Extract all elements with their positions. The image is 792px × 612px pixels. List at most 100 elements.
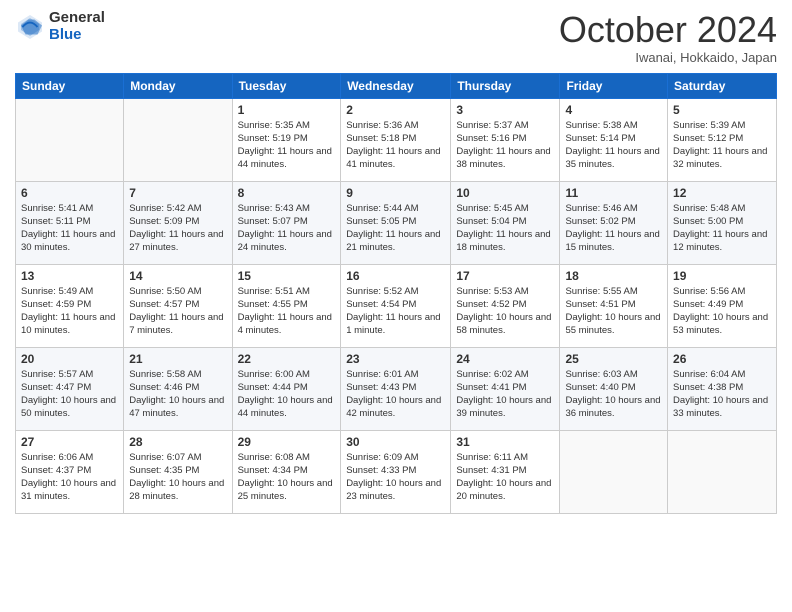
logo-text: General Blue (49, 10, 105, 43)
calendar-cell: 13 Sunrise: 5:49 AMSunset: 4:59 PMDayligh… (16, 264, 124, 347)
day-number: 12 (673, 186, 771, 200)
day-info: Sunrise: 5:51 AMSunset: 4:55 PMDaylight:… (238, 285, 336, 338)
day-info: Sunrise: 5:58 AMSunset: 4:46 PMDaylight:… (129, 368, 226, 421)
day-number: 20 (21, 352, 118, 366)
day-number: 29 (238, 435, 336, 449)
calendar-cell (124, 98, 232, 181)
day-number: 22 (238, 352, 336, 366)
day-number: 25 (565, 352, 662, 366)
day-info: Sunrise: 5:53 AMSunset: 4:52 PMDaylight:… (456, 285, 554, 338)
day-info: Sunrise: 6:11 AMSunset: 4:31 PMDaylight:… (456, 451, 554, 504)
calendar-cell: 7 Sunrise: 5:42 AMSunset: 5:09 PMDaylight… (124, 181, 232, 264)
calendar-cell: 27 Sunrise: 6:06 AMSunset: 4:37 PMDayligh… (16, 430, 124, 513)
day-info: Sunrise: 5:49 AMSunset: 4:59 PMDaylight:… (21, 285, 118, 338)
calendar-cell: 28Sunrise: 6:07 AMSunset: 4:35 PMDayligh… (124, 430, 232, 513)
calendar-cell: 5Sunrise: 5:39 AMSunset: 5:12 PMDaylight… (668, 98, 777, 181)
location: Iwanai, Hokkaido, Japan (559, 50, 777, 65)
day-info: Sunrise: 5:45 AMSunset: 5:04 PMDaylight:… (456, 202, 554, 255)
day-number: 5 (673, 103, 771, 117)
day-number: 24 (456, 352, 554, 366)
day-number: 27 (21, 435, 118, 449)
calendar-cell: 29 Sunrise: 6:08 AMSunset: 4:34 PMDayligh… (232, 430, 341, 513)
weekday-header-thursday: Thursday (451, 73, 560, 98)
day-number: 19 (673, 269, 771, 283)
day-info: Sunrise: 5:37 AMSunset: 5:16 PMDaylight:… (456, 119, 554, 172)
calendar-cell: 10 Sunrise: 5:45 AMSunset: 5:04 PMDayligh… (451, 181, 560, 264)
calendar-cell: 22 Sunrise: 6:00 AMSunset: 4:44 PMDayligh… (232, 347, 341, 430)
title-area: October 2024 Iwanai, Hokkaido, Japan (559, 10, 777, 65)
day-number: 13 (21, 269, 118, 283)
logo-general: General (49, 10, 105, 27)
day-info: Sunrise: 6:06 AMSunset: 4:37 PMDaylight:… (21, 451, 118, 504)
day-number: 7 (129, 186, 226, 200)
day-number: 28 (129, 435, 226, 449)
weekday-header-row: SundayMondayTuesdayWednesdayThursdayFrid… (16, 73, 777, 98)
logo: General Blue (15, 10, 105, 43)
logo-icon (15, 12, 45, 42)
calendar-cell: 14 Sunrise: 5:50 AMSunset: 4:57 PMDayligh… (124, 264, 232, 347)
calendar-cell: 8 Sunrise: 5:43 AMSunset: 5:07 PMDaylight… (232, 181, 341, 264)
calendar-cell (560, 430, 668, 513)
day-info: Sunrise: 6:00 AMSunset: 4:44 PMDaylight:… (238, 368, 336, 421)
calendar-cell: 26 Sunrise: 6:04 AMSunset: 4:38 PMDayligh… (668, 347, 777, 430)
day-number: 17 (456, 269, 554, 283)
weekday-header-monday: Monday (124, 73, 232, 98)
day-info: Sunrise: 5:42 AMSunset: 5:09 PMDaylight:… (129, 202, 226, 255)
day-number: 31 (456, 435, 554, 449)
day-info: Sunrise: 6:01 AMSunset: 4:43 PMDaylight:… (346, 368, 445, 421)
weekday-header-wednesday: Wednesday (341, 73, 451, 98)
calendar-cell: 11 Sunrise: 5:46 AMSunset: 5:02 PMDayligh… (560, 181, 668, 264)
day-number: 2 (346, 103, 445, 117)
page-header: General Blue October 2024 Iwanai, Hokkai… (15, 10, 777, 65)
day-number: 30 (346, 435, 445, 449)
day-number: 11 (565, 186, 662, 200)
day-info: Sunrise: 6:03 AMSunset: 4:40 PMDaylight:… (565, 368, 662, 421)
day-number: 14 (129, 269, 226, 283)
day-info: Sunrise: 5:52 AMSunset: 4:54 PMDaylight:… (346, 285, 445, 338)
day-info: Sunrise: 5:43 AMSunset: 5:07 PMDaylight:… (238, 202, 336, 255)
day-number: 8 (238, 186, 336, 200)
calendar-week-row: 13 Sunrise: 5:49 AMSunset: 4:59 PMDayligh… (16, 264, 777, 347)
day-number: 3 (456, 103, 554, 117)
calendar-week-row: 6 Sunrise: 5:41 AMSunset: 5:11 PMDaylight… (16, 181, 777, 264)
day-number: 9 (346, 186, 445, 200)
calendar-cell: 23 Sunrise: 6:01 AMSunset: 4:43 PMDayligh… (341, 347, 451, 430)
calendar-cell: 30Sunrise: 6:09 AMSunset: 4:33 PMDayligh… (341, 430, 451, 513)
calendar-cell: 20Sunrise: 5:57 AMSunset: 4:47 PMDayligh… (16, 347, 124, 430)
calendar-week-row: 27 Sunrise: 6:06 AMSunset: 4:37 PMDayligh… (16, 430, 777, 513)
weekday-header-saturday: Saturday (668, 73, 777, 98)
calendar-week-row: 20Sunrise: 5:57 AMSunset: 4:47 PMDayligh… (16, 347, 777, 430)
calendar-cell: 9 Sunrise: 5:44 AMSunset: 5:05 PMDaylight… (341, 181, 451, 264)
day-number: 23 (346, 352, 445, 366)
day-number: 16 (346, 269, 445, 283)
calendar-cell: 21 Sunrise: 5:58 AMSunset: 4:46 PMDayligh… (124, 347, 232, 430)
calendar-table: SundayMondayTuesdayWednesdayThursdayFrid… (15, 73, 777, 514)
day-number: 15 (238, 269, 336, 283)
month-title: October 2024 (559, 10, 777, 50)
calendar-cell (16, 98, 124, 181)
day-info: Sunrise: 5:44 AMSunset: 5:05 PMDaylight:… (346, 202, 445, 255)
day-number: 18 (565, 269, 662, 283)
calendar-cell: 19 Sunrise: 5:56 AMSunset: 4:49 PMDayligh… (668, 264, 777, 347)
day-info: Sunrise: 6:04 AMSunset: 4:38 PMDaylight:… (673, 368, 771, 421)
weekday-header-sunday: Sunday (16, 73, 124, 98)
day-info: Sunrise: 5:50 AMSunset: 4:57 PMDaylight:… (129, 285, 226, 338)
day-info: Sunrise: 5:35 AMSunset: 5:19 PMDaylight:… (238, 119, 336, 172)
day-info: Sunrise: 6:08 AMSunset: 4:34 PMDaylight:… (238, 451, 336, 504)
day-info: Sunrise: 5:55 AMSunset: 4:51 PMDaylight:… (565, 285, 662, 338)
calendar-cell: 15 Sunrise: 5:51 AMSunset: 4:55 PMDayligh… (232, 264, 341, 347)
calendar-cell: 25 Sunrise: 6:03 AMSunset: 4:40 PMDayligh… (560, 347, 668, 430)
day-number: 4 (565, 103, 662, 117)
day-info: Sunrise: 5:36 AMSunset: 5:18 PMDaylight:… (346, 119, 445, 172)
day-info: Sunrise: 5:41 AMSunset: 5:11 PMDaylight:… (21, 202, 118, 255)
day-number: 26 (673, 352, 771, 366)
day-number: 21 (129, 352, 226, 366)
calendar-cell: 31 Sunrise: 6:11 AMSunset: 4:31 PMDayligh… (451, 430, 560, 513)
day-number: 10 (456, 186, 554, 200)
weekday-header-friday: Friday (560, 73, 668, 98)
day-info: Sunrise: 5:48 AMSunset: 5:00 PMDaylight:… (673, 202, 771, 255)
calendar-cell: 24Sunrise: 6:02 AMSunset: 4:41 PMDayligh… (451, 347, 560, 430)
day-info: Sunrise: 5:56 AMSunset: 4:49 PMDaylight:… (673, 285, 771, 338)
day-number: 6 (21, 186, 118, 200)
day-info: Sunrise: 5:46 AMSunset: 5:02 PMDaylight:… (565, 202, 662, 255)
